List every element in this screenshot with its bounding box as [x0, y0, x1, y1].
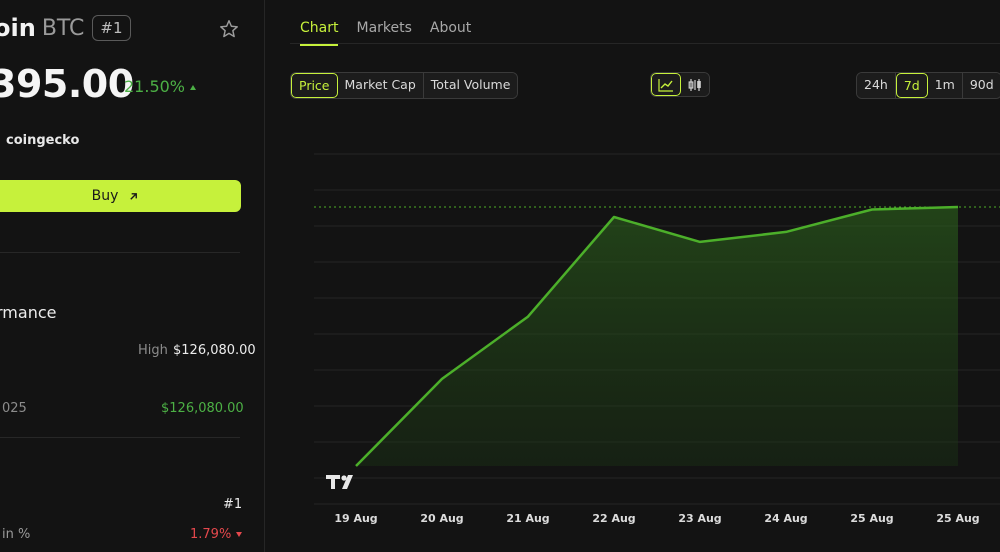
- range-7d[interactable]: 7d: [895, 73, 928, 98]
- range-1m[interactable]: 1m: [927, 73, 963, 98]
- x-tick-label: 25 Aug: [850, 512, 893, 525]
- tab-underline: [290, 43, 1000, 44]
- metric-total-volume[interactable]: Total Volume: [423, 73, 518, 98]
- data-source: coingecko: [6, 133, 80, 148]
- buy-button[interactable]: Buy: [0, 180, 241, 212]
- ath-value: $126,080.00: [161, 401, 244, 416]
- x-tick-label: 25 Aug: [936, 512, 979, 525]
- time-range-selector: 24h 7d 1m 90d: [856, 72, 1000, 99]
- pct-value: 1.79%: [190, 527, 243, 542]
- price-area-fill: [356, 207, 958, 466]
- external-arrow-icon: [130, 192, 138, 200]
- chart-area: [355, 205, 959, 467]
- line-chart-icon[interactable]: [651, 73, 681, 96]
- chart-type-selector: [650, 72, 710, 97]
- current-price: 395.00: [0, 62, 134, 106]
- price-change: 21.50%: [124, 77, 197, 96]
- divider: [0, 252, 240, 253]
- coin-title: oin BTC #1: [0, 14, 131, 42]
- x-tick-label: 24 Aug: [764, 512, 807, 525]
- coin-name: oin: [0, 14, 36, 42]
- buy-label: Buy: [91, 188, 119, 204]
- tradingview-logo-icon: [326, 475, 353, 489]
- x-tick-label: 19 Aug: [334, 512, 377, 525]
- ath-date: 025: [2, 401, 27, 416]
- x-axis-labels: 19 Aug 20 Aug 21 Aug 22 Aug 23 Aug 24 Aug 25 A…: [334, 512, 979, 525]
- divider: [0, 437, 240, 438]
- coin-summary-panel: oin BTC #1 395.00 21.50% coingecko Buy r…: [0, 0, 265, 552]
- price-change-value: 21.50%: [124, 77, 186, 96]
- rank-value: #1: [223, 497, 243, 512]
- high-value: $126,080.00: [173, 343, 256, 358]
- pct-label: in %: [2, 527, 31, 542]
- x-tick-label: 22 Aug: [592, 512, 635, 525]
- performance-title: rmance: [0, 303, 57, 322]
- metric-market-cap[interactable]: Market Cap: [337, 73, 424, 98]
- range-24h[interactable]: 24h: [857, 73, 896, 98]
- high-label: High: [138, 343, 168, 358]
- rank-badge: #1: [92, 15, 131, 41]
- x-tick-label: 20 Aug: [420, 512, 463, 525]
- star-icon[interactable]: [218, 18, 240, 40]
- up-arrow-icon: [190, 85, 197, 90]
- metric-price[interactable]: Price: [291, 73, 338, 98]
- candlestick-icon[interactable]: [681, 73, 709, 96]
- chart-panel: Chart Markets About Price Market Cap Tot…: [266, 0, 1000, 552]
- coin-symbol: BTC: [41, 15, 85, 41]
- x-tick-label: 21 Aug: [506, 512, 549, 525]
- range-90d[interactable]: 90d: [962, 73, 1000, 98]
- price-chart[interactable]: 19 Aug 20 Aug 21 Aug 22 Aug 23 Aug 24 Aug 25 A…: [266, 120, 1000, 552]
- metric-selector: Price Market Cap Total Volume: [290, 72, 519, 99]
- x-tick-label: 23 Aug: [678, 512, 721, 525]
- pct-value-text: 1.79%: [190, 527, 232, 542]
- down-arrow-icon: [236, 532, 243, 537]
